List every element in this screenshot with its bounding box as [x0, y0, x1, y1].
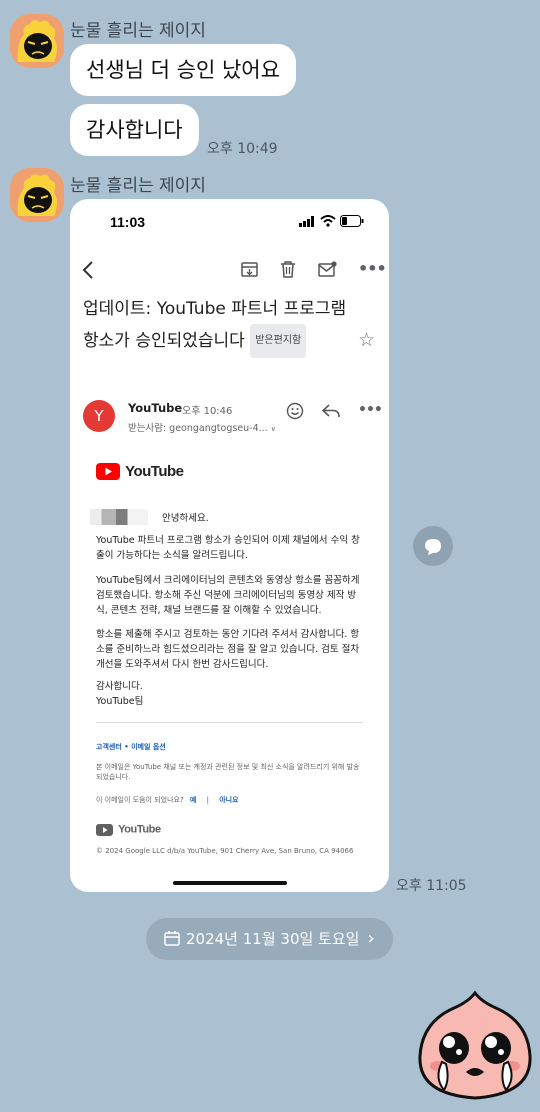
copyright: © 2024 Google LLC d/b/a YouTube, 901 Che… — [96, 847, 354, 855]
sender-avatar[interactable] — [10, 14, 64, 68]
email-signoff: 감사합니다. — [96, 681, 143, 692]
footer-links[interactable]: 고객센터 • 이메일 옵션 — [96, 742, 166, 752]
email-paragraph: YouTube 파트너 프로그램 항소가 승인되어 이제 채널에서 수익 창출이… — [96, 535, 360, 561]
message-bubble[interactable]: 선생님 더 승인 났어요 — [70, 44, 296, 96]
message-time: 오후 11:05 — [396, 878, 467, 894]
email-paragraph: YouTube팀에서 크리에이터님의 콘텐츠와 동영상 항소를 꼼꼼하게 검토했… — [96, 575, 360, 616]
helpful-question: 이 이메일이 도움이 되었나요? — [96, 796, 184, 804]
wifi-icon — [320, 215, 336, 227]
chevron-down-icon: ∨ — [270, 425, 276, 433]
trash-icon[interactable] — [280, 261, 296, 278]
email-recipient[interactable]: 받는사람: geongangtogseu-4... ∨ — [128, 420, 276, 434]
date-divider-text: 2024년 11월 30일 토요일 — [186, 930, 360, 948]
signal-icon — [299, 216, 314, 227]
sender-name: 눈물 흘리는 제이지 — [70, 176, 206, 196]
share-button[interactable] — [413, 526, 453, 566]
share-icon — [425, 539, 441, 555]
calendar-icon — [164, 931, 180, 946]
message-bubble[interactable]: 감사합니다 — [70, 104, 199, 156]
divider — [96, 722, 363, 723]
helpful-separator: | — [206, 796, 209, 804]
footer-youtube-logo: YouTube — [96, 819, 161, 838]
helpful-feedback: 이 이메일이 도움이 되었나요? 예 | 아니요 — [96, 795, 239, 805]
email-recipient-text: 받는사람: geongangtogseu-4... — [128, 423, 268, 434]
battery-icon — [340, 215, 364, 227]
date-divider[interactable]: 2024년 11월 30일 토요일 › — [146, 918, 393, 960]
footer-notice: 본 이메일은 YouTube 채널 또는 계정과 관련된 정보 및 최신 소식을… — [96, 763, 360, 781]
email-signoff-team: YouTube팀 — [96, 696, 144, 707]
email-subject-line2: 항소가 승인되었습니다 받은편지함 — [83, 324, 363, 358]
redacted-name — [90, 509, 148, 525]
youtube-logo: YouTube — [96, 461, 184, 480]
email-sender-name: YouTube — [128, 401, 183, 415]
email-greeting: 안녕하세요. — [162, 513, 209, 524]
footer-logo-text: YouTube — [118, 823, 161, 836]
emoji-icon[interactable] — [286, 402, 304, 420]
youtube-logo-text: YouTube — [125, 463, 184, 480]
email-sent-time: 오후 10:46 — [182, 406, 233, 417]
avatar-letter: Y — [94, 407, 104, 425]
status-bar-time: 11:03 — [110, 214, 146, 230]
sender-name: 눈물 흘리는 제이지 — [70, 21, 206, 41]
email-subject: 업데이트: YouTube 파트너 프로그램 항소가 승인되었습니다 받은편지함 — [83, 294, 363, 358]
helpful-no-link[interactable]: 아니요 — [219, 796, 238, 804]
email-subject-line1: 업데이트: YouTube 파트너 프로그램 — [83, 299, 347, 319]
reply-icon[interactable] — [322, 404, 340, 418]
archive-icon[interactable] — [241, 261, 258, 278]
inbox-label-chip[interactable]: 받은편지함 — [250, 324, 307, 358]
more-icon[interactable]: ••• — [358, 259, 387, 278]
youtube-logo-icon — [96, 463, 120, 480]
email-subject-line2-text: 항소가 승인되었습니다 — [83, 331, 245, 351]
email-sender-avatar: Y — [83, 400, 115, 432]
chevron-right-icon: › — [367, 928, 375, 949]
email-paragraph: 항소를 제출해 주시고 검토하는 동안 기다려 주셔서 감사합니다. 항소를 준… — [96, 629, 360, 670]
sender-avatar[interactable] — [10, 168, 64, 222]
screenshot-image-message[interactable]: 11:03 ••• 업데이트: YouTube 파트너 프로그램 항소가 승인되… — [70, 199, 389, 892]
more-icon[interactable]: ••• — [358, 402, 383, 418]
mark-unread-icon[interactable] — [318, 261, 337, 277]
sender-avatar-image — [10, 168, 64, 222]
youtube-logo-icon — [96, 823, 113, 836]
crying-peach-sticker[interactable] — [416, 990, 534, 1102]
back-arrow-icon[interactable] — [81, 261, 95, 279]
sender-avatar-image — [10, 14, 64, 68]
helpful-yes-link[interactable]: 예 — [190, 796, 196, 804]
home-indicator — [173, 881, 287, 885]
star-icon[interactable]: ☆ — [358, 329, 375, 351]
message-time: 오후 10:49 — [207, 141, 278, 157]
